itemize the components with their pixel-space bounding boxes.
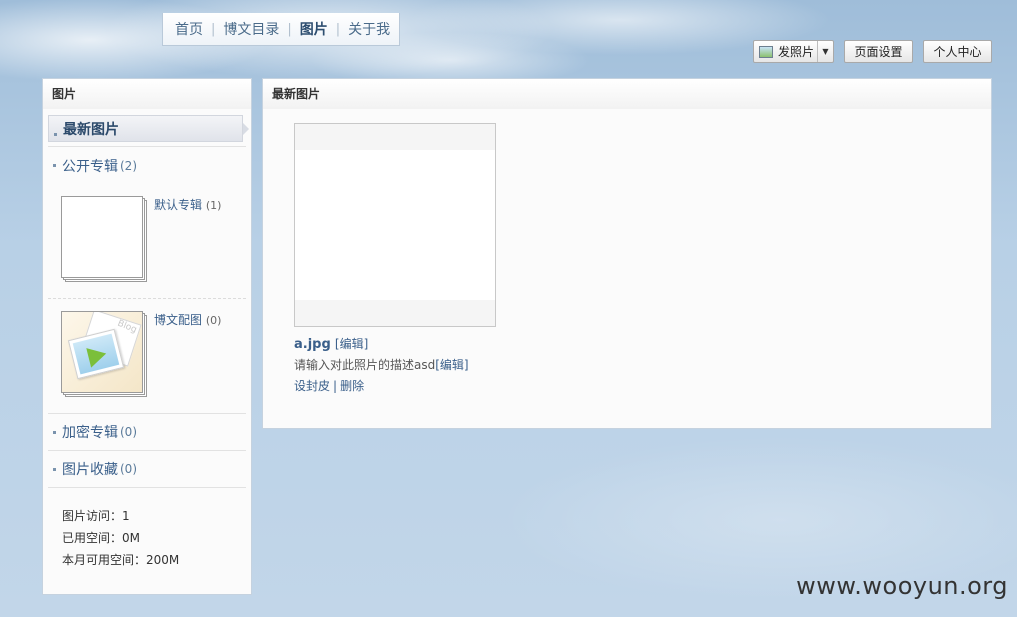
edit-description-link[interactable]: [编辑] xyxy=(435,358,468,372)
nav-separator: | xyxy=(335,21,341,37)
personal-center-button[interactable]: 个人中心 xyxy=(923,40,992,63)
post-photo-label: 发照片 xyxy=(778,45,815,59)
picture-frame-shape xyxy=(67,328,125,380)
top-nav: 首页 | 博文目录 | 图片 | 关于我 xyxy=(162,13,400,46)
album-default: 默认专辑 (1) xyxy=(48,184,246,299)
album-name: 默认专辑 xyxy=(154,198,203,212)
album-blog-images: Blog 博文配图 (0) xyxy=(48,299,246,414)
album-cover[interactable]: Blog xyxy=(61,311,147,397)
photo-description-row: 请输入对此照片的描述asd[编辑] xyxy=(294,356,496,373)
album-count: (0) xyxy=(120,462,137,476)
picture-sky xyxy=(72,333,120,375)
nav-photos[interactable]: 图片 xyxy=(298,19,330,39)
photo-description: 请输入对此照片的描述asd xyxy=(294,358,436,372)
album-cover-layer xyxy=(61,196,143,278)
photo-card: a.jpg [编辑] 请输入对此照片的描述asd[编辑] 设封皮 | 删除 xyxy=(294,123,496,394)
nav-blog-directory[interactable]: 博文目录 xyxy=(221,19,281,39)
sidebar-item-favorites[interactable]: 图片收藏 (0) xyxy=(48,451,246,488)
sidebar-item-label: 加密专辑 xyxy=(62,425,118,441)
blog-image-icon: Blog xyxy=(61,311,143,393)
sidebar-item-label: 最新图片 xyxy=(63,121,119,138)
album-count: (0) xyxy=(120,425,137,439)
album-label[interactable]: 默认专辑 (1) xyxy=(154,196,221,213)
delete-link[interactable]: 删除 xyxy=(340,379,364,393)
chevron-down-icon[interactable]: ▼ xyxy=(817,41,833,62)
photo-stats: 图片访问：1 已用空间：0M 本月可用空间：200M xyxy=(62,505,179,571)
album-count: (2) xyxy=(120,158,137,173)
sidebar-item-label: 图片收藏 xyxy=(62,462,118,478)
nav-about-me[interactable]: 关于我 xyxy=(346,19,392,39)
panel-title: 最新图片 xyxy=(263,79,991,109)
sidebar-item-public-albums[interactable]: 公开专辑 (2) xyxy=(48,147,246,184)
picture-icon xyxy=(759,45,773,58)
album-cover[interactable] xyxy=(61,196,147,282)
action-separator: | xyxy=(333,379,338,393)
nav-separator: | xyxy=(287,21,292,37)
nav-separator: | xyxy=(211,21,216,37)
album-label[interactable]: 博文配图 (0) xyxy=(154,311,221,328)
nav-home[interactable]: 首页 xyxy=(173,19,205,39)
photo-image xyxy=(295,150,495,300)
post-photo-button[interactable]: 发照片 ▼ xyxy=(753,40,834,63)
sidebar-item-latest-photos[interactable]: 最新图片 xyxy=(48,115,249,142)
album-count: (0) xyxy=(205,314,222,327)
page-settings-button[interactable]: 页面设置 xyxy=(844,40,913,63)
watermark: www.wooyun.org xyxy=(796,572,1008,600)
photo-sidebar: 图片 最新图片 公开专辑 (2) 默认专辑 (1) Blog 博文配图 (0) … xyxy=(42,78,252,595)
photo-actions: 设封皮 | 删除 xyxy=(294,377,496,394)
photo-filename[interactable]: a.jpg xyxy=(294,337,331,352)
album-count: (1) xyxy=(205,199,222,212)
latest-photos-panel: 最新图片 a.jpg [编辑] 请输入对此照片的描述asd[编辑] 设封皮 | 删除 xyxy=(262,78,992,429)
set-cover-link[interactable]: 设封皮 xyxy=(294,379,330,393)
sidebar-item-label: 公开专辑 xyxy=(62,158,118,175)
album-name: 博文配图 xyxy=(154,313,203,327)
photo-name-row: a.jpg [编辑] xyxy=(294,335,496,352)
edit-name-link[interactable]: [编辑] xyxy=(335,337,368,351)
stat-available-space: 本月可用空间：200M xyxy=(62,553,180,567)
stat-used-space: 已用空间：0M xyxy=(62,531,140,545)
stat-visits: 图片访问：1 xyxy=(62,509,130,523)
photo-thumbnail[interactable] xyxy=(294,123,496,327)
sidebar-item-encrypted-albums[interactable]: 加密专辑 (0) xyxy=(48,414,246,451)
sidebar-title: 图片 xyxy=(43,79,251,109)
